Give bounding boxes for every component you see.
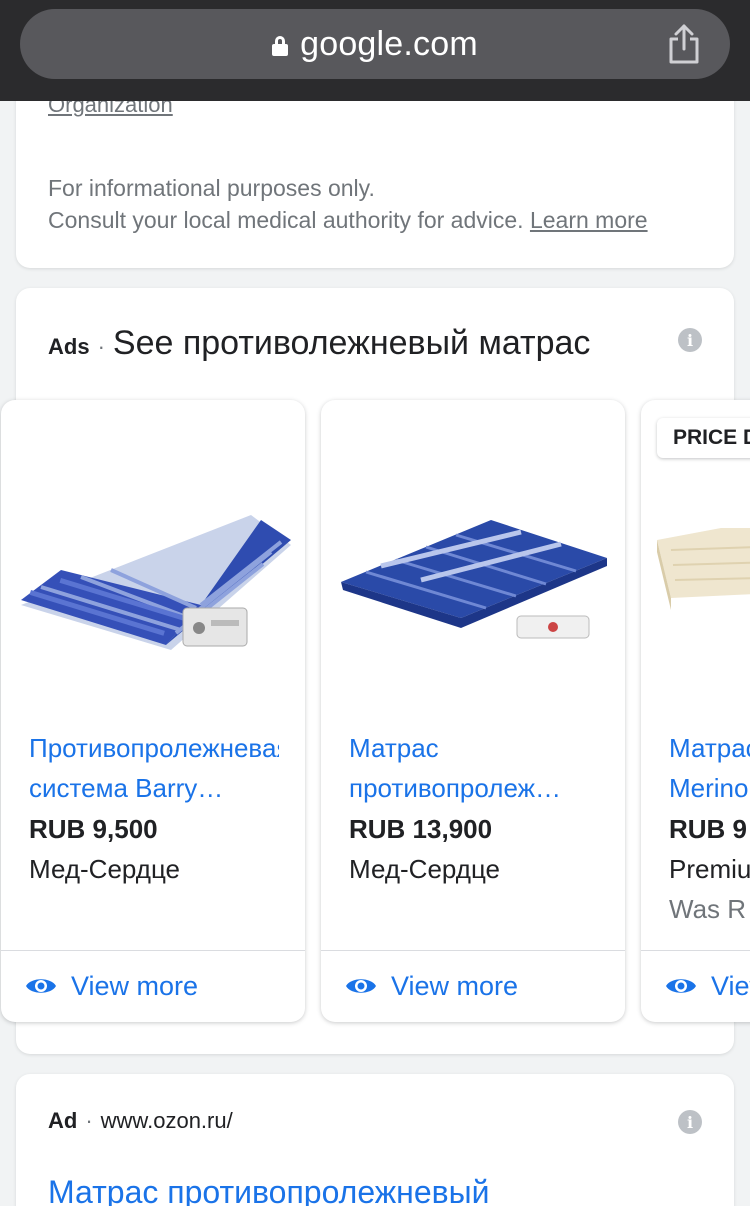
product-title-line-1: Матрас (669, 733, 750, 763)
eye-icon (346, 979, 376, 993)
product-title-line-2: Merino (669, 773, 749, 803)
eye-icon (26, 979, 56, 993)
view-more-label: View more (71, 970, 199, 1001)
product-card[interactable]: Матрас противопролеж… RUB 13,900 Мед-Сер… (321, 400, 625, 1022)
disclaimer-line-2: Consult your local medical authority for… (48, 204, 648, 236)
share-icon[interactable] (666, 23, 702, 65)
info-icon[interactable]: i (678, 1110, 702, 1134)
product-title-line-2: система Barry… (29, 773, 224, 803)
view-more-button[interactable]: View more (345, 966, 518, 1006)
address-bar[interactable]: google.com (20, 9, 730, 79)
product-price: RUB 9,500 (29, 814, 158, 844)
divider (641, 950, 750, 951)
product-image (341, 520, 607, 639)
product-title-line-2: противопролеж… (349, 773, 561, 803)
view-more-label: View more (391, 970, 519, 1001)
ads-title: See противолежневый матрас (112, 324, 591, 362)
product-title[interactable]: Матрас Merino (669, 728, 750, 808)
product-title-line-1: Противопролежневая (29, 733, 279, 763)
lock-icon (272, 36, 289, 56)
page: google.com Organization For informationa… (0, 0, 750, 1206)
disclaimer-text: Consult your local medical authority for… (48, 207, 524, 233)
separator-dot: · (97, 334, 105, 359)
product-title[interactable]: Противопролежневая система Barry… (29, 728, 279, 808)
ads-label: Ads (48, 334, 90, 359)
product-seller: Мед-Сердце (29, 854, 180, 884)
url-text: google.com (300, 24, 478, 63)
previous-price: Was R (669, 894, 747, 924)
view-more-button[interactable]: View more (25, 966, 198, 1006)
product-seller: Мед-Сердце (349, 854, 500, 884)
product-price: RUB 9 (669, 814, 748, 844)
disclaimer-line-1: For informational purposes only. (48, 175, 375, 201)
product-price: RUB 13,900 (349, 814, 493, 844)
product-image (21, 515, 291, 650)
product-card[interactable]: Противопролежневая система Barry… RUB 9,… (1, 400, 305, 1022)
product-seller: Premium (669, 854, 750, 884)
divider (321, 950, 625, 951)
ad-headline-link[interactable]: Матрас противопролежневый (48, 1174, 490, 1206)
learn-more-link[interactable]: Learn more (530, 207, 648, 233)
product-image (657, 528, 750, 610)
eye-icon (666, 979, 696, 993)
ad-display-url[interactable]: www.ozon.ru/ (101, 1108, 233, 1134)
product-card[interactable]: PRICE DROP Матрас Merino RUB 9 Premium W… (641, 400, 750, 1022)
ad-source-row: Ad · www.ozon.ru/ (48, 1108, 233, 1134)
view-more-button[interactable]: View more (665, 966, 750, 1006)
product-title[interactable]: Матрас противопролеж… (349, 728, 599, 808)
product-title-line-1: Матрас (349, 733, 439, 763)
address-display[interactable]: google.com (20, 9, 730, 79)
divider (1, 950, 305, 951)
text-ad-card: Ad · www.ozon.ru/ i Матрас противопролеж… (16, 1074, 734, 1206)
browser-toolbar: google.com (0, 0, 750, 101)
separator-dot: · (85, 1108, 93, 1133)
view-more-label: View more (711, 970, 750, 1001)
info-icon[interactable]: i (678, 328, 702, 352)
ad-label: Ad (48, 1108, 78, 1133)
ads-header: Ads · See противолежневый матрас (48, 324, 590, 363)
medical-disclaimer: For informational purposes only. Consult… (48, 172, 648, 236)
